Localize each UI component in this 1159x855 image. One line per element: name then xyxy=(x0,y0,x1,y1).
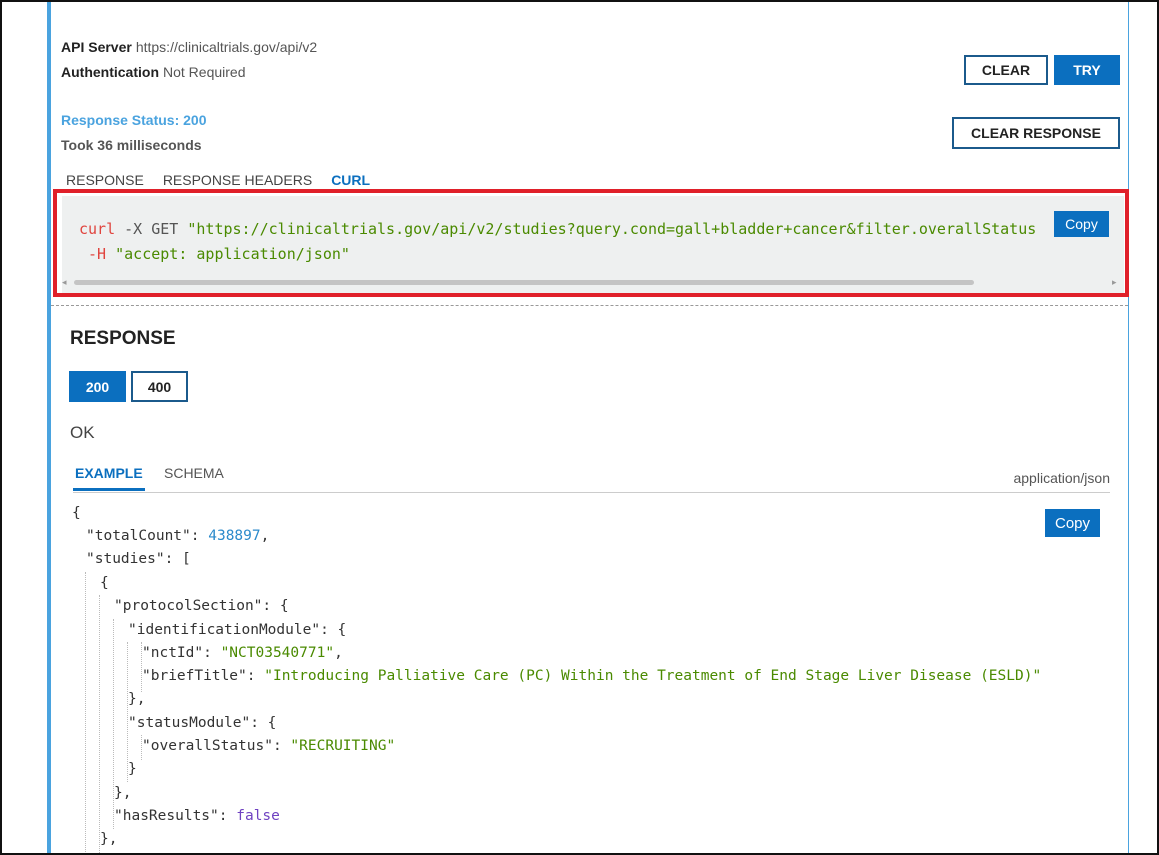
json-line: "studies": [ xyxy=(86,551,191,567)
authentication-row: Authentication Not Required xyxy=(61,64,246,80)
json-key: "nctId" xyxy=(142,645,204,661)
indent-guide xyxy=(85,572,86,853)
api-server-value: https://clinicaltrials.gov/api/v2 xyxy=(135,39,318,55)
json-line: }, xyxy=(128,691,146,707)
json-number: 438897 xyxy=(208,528,261,544)
api-server-row: API Server https://clinicaltrials.gov/api… xyxy=(61,39,317,55)
curl-header-value: "accept: application/json" xyxy=(115,245,350,263)
media-type-label: application/json xyxy=(1013,470,1110,486)
json-boolean: false xyxy=(236,808,280,824)
response-time: Took 36 milliseconds xyxy=(61,137,202,153)
scroll-right-arrow-icon[interactable]: ▸ xyxy=(1112,277,1117,288)
json-open-brace: { xyxy=(72,505,81,521)
indent-guide xyxy=(99,595,100,853)
json-line: { xyxy=(72,505,81,521)
json-line: } xyxy=(128,761,137,777)
curl-code-block[interactable]: curl -X GET "https://clinicaltrials.gov/… xyxy=(62,196,1124,293)
json-string: "RECRUITING" xyxy=(290,738,396,754)
response-status: Response Status: 200 xyxy=(61,112,207,128)
clear-button[interactable]: CLEAR xyxy=(964,55,1048,85)
try-button[interactable]: TRY xyxy=(1054,55,1120,85)
status-code-200-button[interactable]: 200 xyxy=(69,371,126,402)
status-code-400-button[interactable]: 400 xyxy=(131,371,188,402)
json-key: "overallStatus" xyxy=(142,738,273,754)
json-line: "statusModule": { xyxy=(128,715,277,731)
json-line: "overallStatus": "RECRUITING" xyxy=(142,738,396,754)
scroll-left-arrow-icon[interactable]: ◂ xyxy=(62,277,67,288)
curl-method-flag: -X GET xyxy=(115,220,188,238)
api-try-panel: API Server https://clinicaltrials.gov/api… xyxy=(0,0,1159,855)
api-server-label: API Server xyxy=(61,39,132,55)
json-line: { xyxy=(100,575,109,591)
json-key: "studies" xyxy=(86,551,165,567)
json-line: "identificationModule": { xyxy=(128,622,347,638)
json-key: "protocolSection" xyxy=(114,598,263,614)
curl-command: curl xyxy=(79,220,116,238)
curl-command-line: curl -X GET "https://clinicaltrials.gov/… xyxy=(79,220,1036,238)
json-key: "briefTitle" xyxy=(142,668,247,684)
tab-example[interactable]: EXAMPLE xyxy=(73,465,145,491)
curl-copy-button[interactable]: Copy xyxy=(1054,211,1109,237)
json-key: "totalCount" xyxy=(86,528,191,544)
json-string: "NCT03540771" xyxy=(220,645,335,661)
json-line: "nctId": "NCT03540771", xyxy=(142,645,343,661)
authentication-value: Not Required xyxy=(163,64,246,80)
curl-horizontal-scrollbar[interactable] xyxy=(74,280,974,285)
clear-response-button[interactable]: CLEAR RESPONSE xyxy=(952,117,1120,149)
left-accent-rule xyxy=(47,2,51,853)
example-copy-button[interactable]: Copy xyxy=(1045,509,1100,537)
example-schema-tabs: EXAMPLE SCHEMA application/json xyxy=(73,465,1110,493)
json-key: "hasResults" xyxy=(114,808,219,824)
json-line: }, xyxy=(100,831,118,847)
curl-header-flag: -H xyxy=(88,245,107,263)
authentication-label: Authentication xyxy=(61,64,159,80)
json-line: }, xyxy=(114,785,132,801)
json-string: "Introducing Palliative Care (PC) Within… xyxy=(264,668,1042,684)
json-line: "hasResults": false xyxy=(114,808,280,824)
response-section-title: RESPONSE xyxy=(70,328,176,349)
json-key: "identificationModule" xyxy=(128,622,321,638)
json-line: "totalCount": 438897, xyxy=(86,528,270,544)
json-key: "statusModule" xyxy=(128,715,251,731)
tab-schema[interactable]: SCHEMA xyxy=(164,465,224,491)
response-description: OK xyxy=(70,423,95,442)
right-border-rule xyxy=(1128,2,1129,853)
section-divider xyxy=(51,305,1128,306)
curl-header-line: -H "accept: application/json" xyxy=(79,245,350,263)
json-line: "briefTitle": "Introducing Palliative Ca… xyxy=(142,668,1042,684)
json-line: "protocolSection": { xyxy=(114,598,289,614)
curl-url: "https://clinicaltrials.gov/api/v2/studi… xyxy=(187,220,1037,238)
